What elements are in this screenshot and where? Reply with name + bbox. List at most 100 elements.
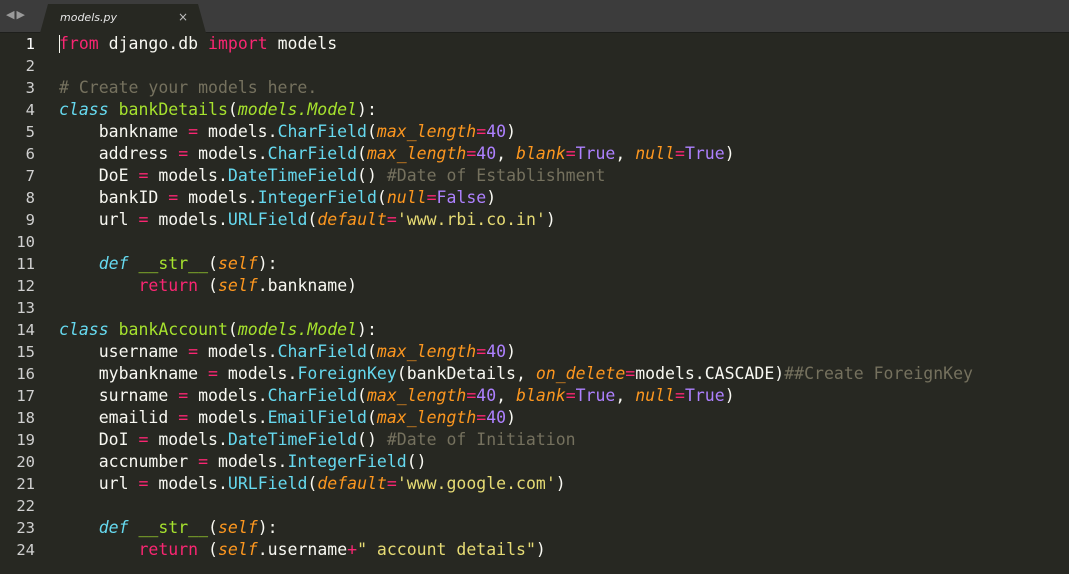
- code-token: ,: [615, 386, 636, 405]
- code-token: models.Model: [237, 320, 358, 339]
- line-number: 18: [16, 409, 35, 427]
- code-token: =: [675, 386, 685, 405]
- code-token: ):: [257, 518, 278, 537]
- code-token: (: [208, 254, 218, 273]
- code-token: 40: [476, 144, 497, 163]
- code-token: =: [565, 144, 576, 163]
- code-line[interactable]: [59, 495, 1069, 517]
- code-token: CharField: [277, 342, 367, 361]
- code-token: bankname: [59, 122, 189, 141]
- code-token: (: [366, 342, 377, 361]
- code-token: class: [59, 320, 109, 339]
- code-token: =: [138, 430, 149, 449]
- code-line[interactable]: def __str__(self):: [59, 517, 1069, 539]
- code-token: django.db: [98, 34, 209, 53]
- code-token: =: [476, 342, 487, 361]
- code-token: 40: [476, 386, 497, 405]
- code-token: ): [724, 144, 735, 163]
- code-line[interactable]: [59, 55, 1069, 77]
- code-line[interactable]: address = models.CharField(max_length=40…: [59, 143, 1069, 165]
- code-token: models.: [188, 386, 268, 405]
- text-cursor: [59, 35, 60, 53]
- code-line[interactable]: username = models.CharField(max_length=4…: [59, 341, 1069, 363]
- code-token: =: [138, 210, 149, 229]
- code-area[interactable]: from django.db import models # Create you…: [59, 33, 1069, 561]
- code-token: (): [357, 166, 387, 185]
- code-token: url: [59, 474, 139, 493]
- code-token: mybankname: [59, 364, 209, 383]
- code-token: (): [406, 452, 427, 471]
- code-token: (: [307, 210, 318, 229]
- code-token: DateTimeField: [227, 430, 358, 449]
- code-token: ): [486, 188, 497, 207]
- code-line[interactable]: mybankname = models.ForeignKey(bankDetai…: [59, 363, 1069, 385]
- code-token: models.: [188, 144, 268, 163]
- code-token: =: [386, 210, 397, 229]
- tab-models-py[interactable]: models.py ×: [40, 4, 206, 33]
- code-token: #Date of Initiation: [386, 430, 576, 449]
- code-token: max_length: [376, 408, 477, 427]
- code-line[interactable]: surname = models.CharField(max_length=40…: [59, 385, 1069, 407]
- line-number: 21: [16, 475, 35, 493]
- back-arrow-icon[interactable]: ◀: [6, 8, 16, 21]
- code-token: models.: [198, 122, 278, 141]
- code-line[interactable]: [59, 297, 1069, 319]
- code-token: __str__: [138, 254, 209, 273]
- code-token: return: [138, 276, 199, 295]
- code-line[interactable]: bankID = models.IntegerField(null=False): [59, 187, 1069, 209]
- code-token: =: [178, 386, 189, 405]
- code-token: def: [98, 518, 129, 537]
- code-line[interactable]: from django.db import models: [59, 33, 1069, 55]
- code-line[interactable]: url = models.URLField(default='www.googl…: [59, 473, 1069, 495]
- line-number: 24: [16, 541, 35, 559]
- code-token: URLField: [227, 474, 308, 493]
- code-line[interactable]: bankname = models.CharField(max_length=4…: [59, 121, 1069, 143]
- code-token: =: [188, 342, 199, 361]
- code-editor[interactable]: 1 2 3 4 5 6 7 8 9 10 11 12 13 14 15 16 17 18 19 20 21 22 23 24 …: [0, 33, 1069, 574]
- code-line[interactable]: url = models.URLField(default='www.rbi.c…: [59, 209, 1069, 231]
- code-line[interactable]: # Create your models here.: [59, 77, 1069, 99]
- code-line[interactable]: DoI = models.DateTimeField() #Date of In…: [59, 429, 1069, 451]
- code-token: (: [366, 408, 377, 427]
- code-line[interactable]: class bankDetails(models.Model):: [59, 99, 1069, 121]
- code-token: =: [198, 452, 209, 471]
- code-token: blank: [516, 144, 566, 163]
- line-number: 16: [16, 365, 35, 383]
- code-token: blank: [516, 386, 566, 405]
- code-token: (: [307, 474, 318, 493]
- code-line[interactable]: emailid = models.EmailField(max_length=4…: [59, 407, 1069, 429]
- close-icon[interactable]: ×: [178, 10, 188, 24]
- tab-title: models.py: [60, 11, 117, 24]
- code-line[interactable]: return (self.username+" account details"…: [59, 539, 1069, 561]
- code-token: CharField: [267, 386, 358, 405]
- code-line[interactable]: class bankAccount(models.Model):: [59, 319, 1069, 341]
- code-token: 'www.rbi.co.in': [396, 210, 546, 229]
- code-token: from: [59, 34, 99, 53]
- code-line[interactable]: [59, 231, 1069, 253]
- code-line[interactable]: return (self.bankname): [59, 275, 1069, 297]
- code-line[interactable]: def __str__(self):: [59, 253, 1069, 275]
- code-token: 40: [486, 342, 507, 361]
- line-number: 20: [16, 453, 35, 471]
- code-line[interactable]: DoE = models.DateTimeField() #Date of Es…: [59, 165, 1069, 187]
- code-token: =: [208, 364, 218, 383]
- code-token: bankAccount: [118, 320, 228, 339]
- code-token: =: [188, 122, 199, 141]
- code-line[interactable]: accnumber = models.IntegerField(): [59, 451, 1069, 473]
- code-token: =: [466, 386, 477, 405]
- code-token: max_length: [366, 386, 467, 405]
- code-token: models.: [188, 408, 268, 427]
- line-number: 17: [16, 387, 35, 405]
- forward-arrow-icon[interactable]: ▶: [16, 8, 26, 21]
- code-token: ##Create ForeignKey: [784, 364, 973, 383]
- line-number: 12: [16, 277, 35, 295]
- code-token: CharField: [267, 144, 358, 163]
- code-token: DateTimeField: [227, 166, 358, 185]
- code-token: models: [267, 34, 338, 53]
- line-number: 15: [16, 343, 35, 361]
- code-token: emailid: [59, 408, 179, 427]
- code-token: 40: [486, 408, 507, 427]
